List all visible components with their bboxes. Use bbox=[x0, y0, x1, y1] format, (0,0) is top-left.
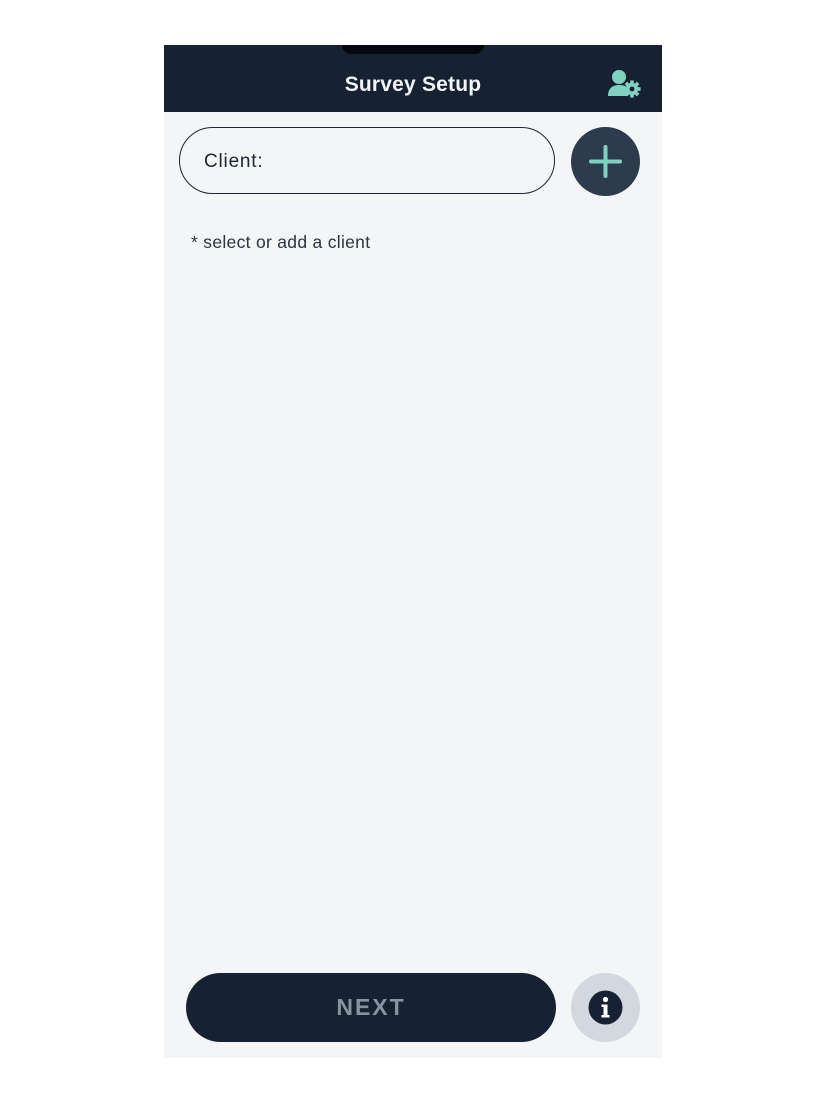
app-screen: Survey Setup Client: * select or add a c… bbox=[164, 45, 662, 1058]
info-icon bbox=[588, 990, 623, 1025]
top-app-bar: Survey Setup bbox=[164, 45, 662, 112]
client-field-label: Client: bbox=[204, 151, 264, 172]
client-helper-text: * select or add a client bbox=[191, 232, 371, 252]
client-select-field[interactable]: Client: bbox=[179, 127, 555, 194]
user-settings-icon bbox=[608, 70, 641, 98]
info-button[interactable] bbox=[571, 973, 640, 1042]
page-title: Survey Setup bbox=[344, 73, 482, 96]
next-button-label: NEXT bbox=[336, 994, 406, 1020]
next-button[interactable]: NEXT bbox=[186, 973, 556, 1042]
plus-icon bbox=[589, 145, 622, 178]
device-notch bbox=[342, 45, 484, 54]
user-settings-button[interactable] bbox=[608, 69, 642, 99]
add-client-button[interactable] bbox=[571, 127, 640, 196]
